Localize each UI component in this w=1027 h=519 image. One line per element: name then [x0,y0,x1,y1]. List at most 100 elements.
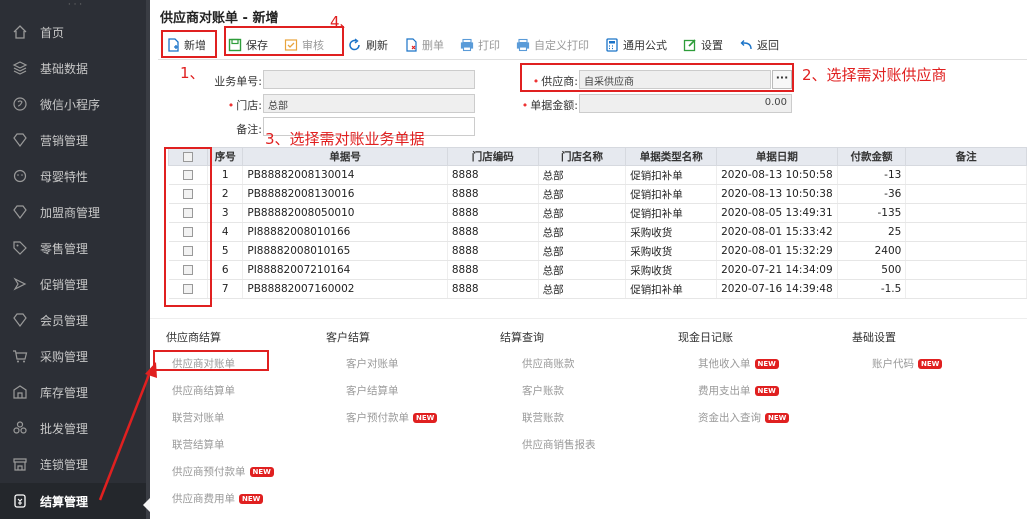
table-row[interactable]: 1 PB88882008130014 8888 总部 促销扣补单 2020-08… [168,165,1027,185]
table-row[interactable]: 5 PI88882008010165 8888 总部 采购收货 2020-08-… [168,241,1027,261]
table-row[interactable]: 6 PI88882007210164 8888 总部 采购收货 2020-07-… [168,260,1027,280]
sidebar-item-inventory[interactable]: 库存管理 [0,374,150,410]
annotation-box-save-audit [224,26,344,56]
annotation-box-supplier [520,63,794,92]
settings-button-label: 设置 [701,39,723,52]
table-row[interactable]: 3 PB88882008050010 8888 总部 促销扣补单 2020-08… [168,203,1027,223]
formula-button[interactable]: 通用公式 [599,34,673,56]
menu-item-label: 供应商预付款单 [172,466,246,478]
print-button[interactable]: 打印 [454,34,506,56]
doc-type-cell: 促销扣补单 [625,279,718,299]
doc-type-cell: 促销扣补单 [625,184,718,204]
annotation-step-2: 2、选择需对账供应商 [802,66,947,84]
store-input[interactable]: 总部 [263,94,475,113]
delete-button-label: 删单 [422,39,444,52]
baby-icon [0,168,40,184]
sidebar-item-wholesale[interactable]: 批发管理 [0,410,150,446]
sidebar-item-franchise[interactable]: 加盟商管理 [0,194,150,230]
amount-input[interactable]: 0.00 [579,94,792,113]
menu-item-joint-settlement[interactable]: 联营结算单 [172,437,225,452]
menu-item-customer-prepayment[interactable]: 客户预付款单 NEW [346,410,438,425]
sidebar-item-label: 促销管理 [40,277,89,292]
annotation-step-1: 1、 [180,64,205,82]
menu-item-label: 联营账款 [522,412,564,424]
table-row[interactable]: 2 PB88882008130016 8888 总部 促销扣补单 2020-08… [168,184,1027,204]
stack-icon [0,60,40,76]
new-badge: NEW [754,358,779,369]
amount-cell: 2400 [837,241,907,261]
sidebar-item-wechat[interactable]: 微信小程序 [0,86,150,122]
refresh-button-label: 刷新 [366,39,388,52]
menu-item-customer-settlement[interactable]: 客户结算单 [346,383,399,398]
sidebar-item-retail[interactable]: 零售管理 [0,230,150,266]
doc-no-label: 业务单号: [214,75,262,88]
menu-item-joint-reconciliation[interactable]: 联营对账单 [172,410,225,425]
table-row[interactable]: 4 PI88882008010166 8888 总部 采购收货 2020-08-… [168,222,1027,242]
refresh-button[interactable]: 刷新 [342,34,394,56]
menu-item-label: 客户结算单 [346,385,399,397]
menu-item-supplier-expense[interactable]: 供应商费用单 NEW [172,491,264,506]
doc-date-cell: 2020-08-05 13:49:31 [716,203,838,223]
sidebar-item-chain[interactable]: 连锁管理 [0,446,150,482]
menu-item-label: 资金出入查询 [698,412,761,424]
sidebar-item-marketing[interactable]: 营销管理 [0,122,150,158]
menu-item-supplier-prepayment[interactable]: 供应商预付款单 NEW [172,464,274,479]
edit-settings-icon [683,39,696,52]
doc-date-cell: 2020-08-13 10:50:38 [716,184,838,204]
settlement-menu: 供应商结算 供应商对账单 供应商结算单 联营对账单 联营结算单 供应商预付款单 N… [150,318,1027,519]
sidebar-item-label: 结算管理 [40,494,89,509]
printer-icon [516,38,530,52]
sidebar: · · · 首页 基础数据 微信小程序 营销管理 母婴特性 加盟商管理 零售管理… [0,0,150,519]
menu-item-label: 供应商账款 [522,358,575,370]
store-code-cell: 8888 [447,184,539,204]
sidebar-item-purchase[interactable]: 采购管理 [0,338,150,374]
sidebar-item-home[interactable]: 首页 [0,14,150,50]
menu-item-joint-accounts[interactable]: 联营账款 [522,410,564,425]
sidebar-item-label: 连锁管理 [40,457,89,472]
sidebar-item-settlement[interactable]: 结算管理 [0,483,150,519]
menu-item-label: 账户代码 [872,358,914,370]
menu-item-fund-query[interactable]: 资金出入查询 NEW [698,410,790,425]
settings-button[interactable]: 设置 [677,34,729,56]
sidebar-item-promotion[interactable]: 促销管理 [0,266,150,302]
menu-item-customer-reconciliation[interactable]: 客户对账单 [346,356,399,371]
menu-item-account-code[interactable]: 账户代码 NEW [872,356,943,371]
table-row[interactable]: 7 PB88882007160002 8888 总部 促销扣补单 2020-07… [168,279,1027,299]
menu-item-customer-accounts[interactable]: 客户账款 [522,383,564,398]
annotation-box-checkboxes [164,147,212,307]
document-table: 序号 单据号 门店编码 门店名称 单据类型名称 单据日期 付款金额 备注 1 P… [167,147,1027,299]
custom-print-button[interactable]: 自定义打印 [510,34,595,56]
diamond-icon [0,312,40,328]
menu-column-title: 现金日记账 [678,331,733,344]
back-button-label: 返回 [757,39,779,52]
sidebar-item-label: 基础数据 [40,61,89,76]
sidebar-item-basic-data[interactable]: 基础数据 [0,50,150,86]
active-indicator [143,498,150,512]
menu-item-supplier-sales-report[interactable]: 供应商销售报表 [522,437,596,452]
print-button-label: 打印 [478,39,500,52]
doc-date-cell: 2020-07-21 14:34:09 [716,260,838,280]
promo-icon [0,276,40,292]
menu-item-supplier-settlement[interactable]: 供应商结算单 [172,383,235,398]
doc-no-input[interactable] [263,70,475,89]
printer-icon [460,38,474,52]
back-button[interactable]: 返回 [733,34,785,56]
tag-icon [0,240,40,256]
menu-item-expense[interactable]: 费用支出单 NEW [698,383,779,398]
menu-column-title: 客户结算 [326,331,370,344]
store-code-cell: 8888 [447,165,539,185]
doc-no-cell: PB88882007160002 [242,279,448,299]
delete-button[interactable]: 删单 [398,34,450,56]
sidebar-item-label: 会员管理 [40,313,89,328]
amount-label-text: 单据金额: [530,99,578,112]
amount-cell: 25 [837,222,907,242]
sidebar-item-maternal[interactable]: 母婴特性 [0,158,150,194]
store-name-cell: 总部 [538,203,627,223]
store-name-cell: 总部 [538,222,627,242]
menu-item-supplier-accounts[interactable]: 供应商账款 [522,356,575,371]
menu-item-label: 供应商费用单 [172,493,235,505]
sidebar-item-label: 营销管理 [40,133,89,148]
menu-item-other-income[interactable]: 其他收入单 NEW [698,356,779,371]
amount-cell: 500 [837,260,907,280]
sidebar-item-member[interactable]: 会员管理 [0,302,150,338]
